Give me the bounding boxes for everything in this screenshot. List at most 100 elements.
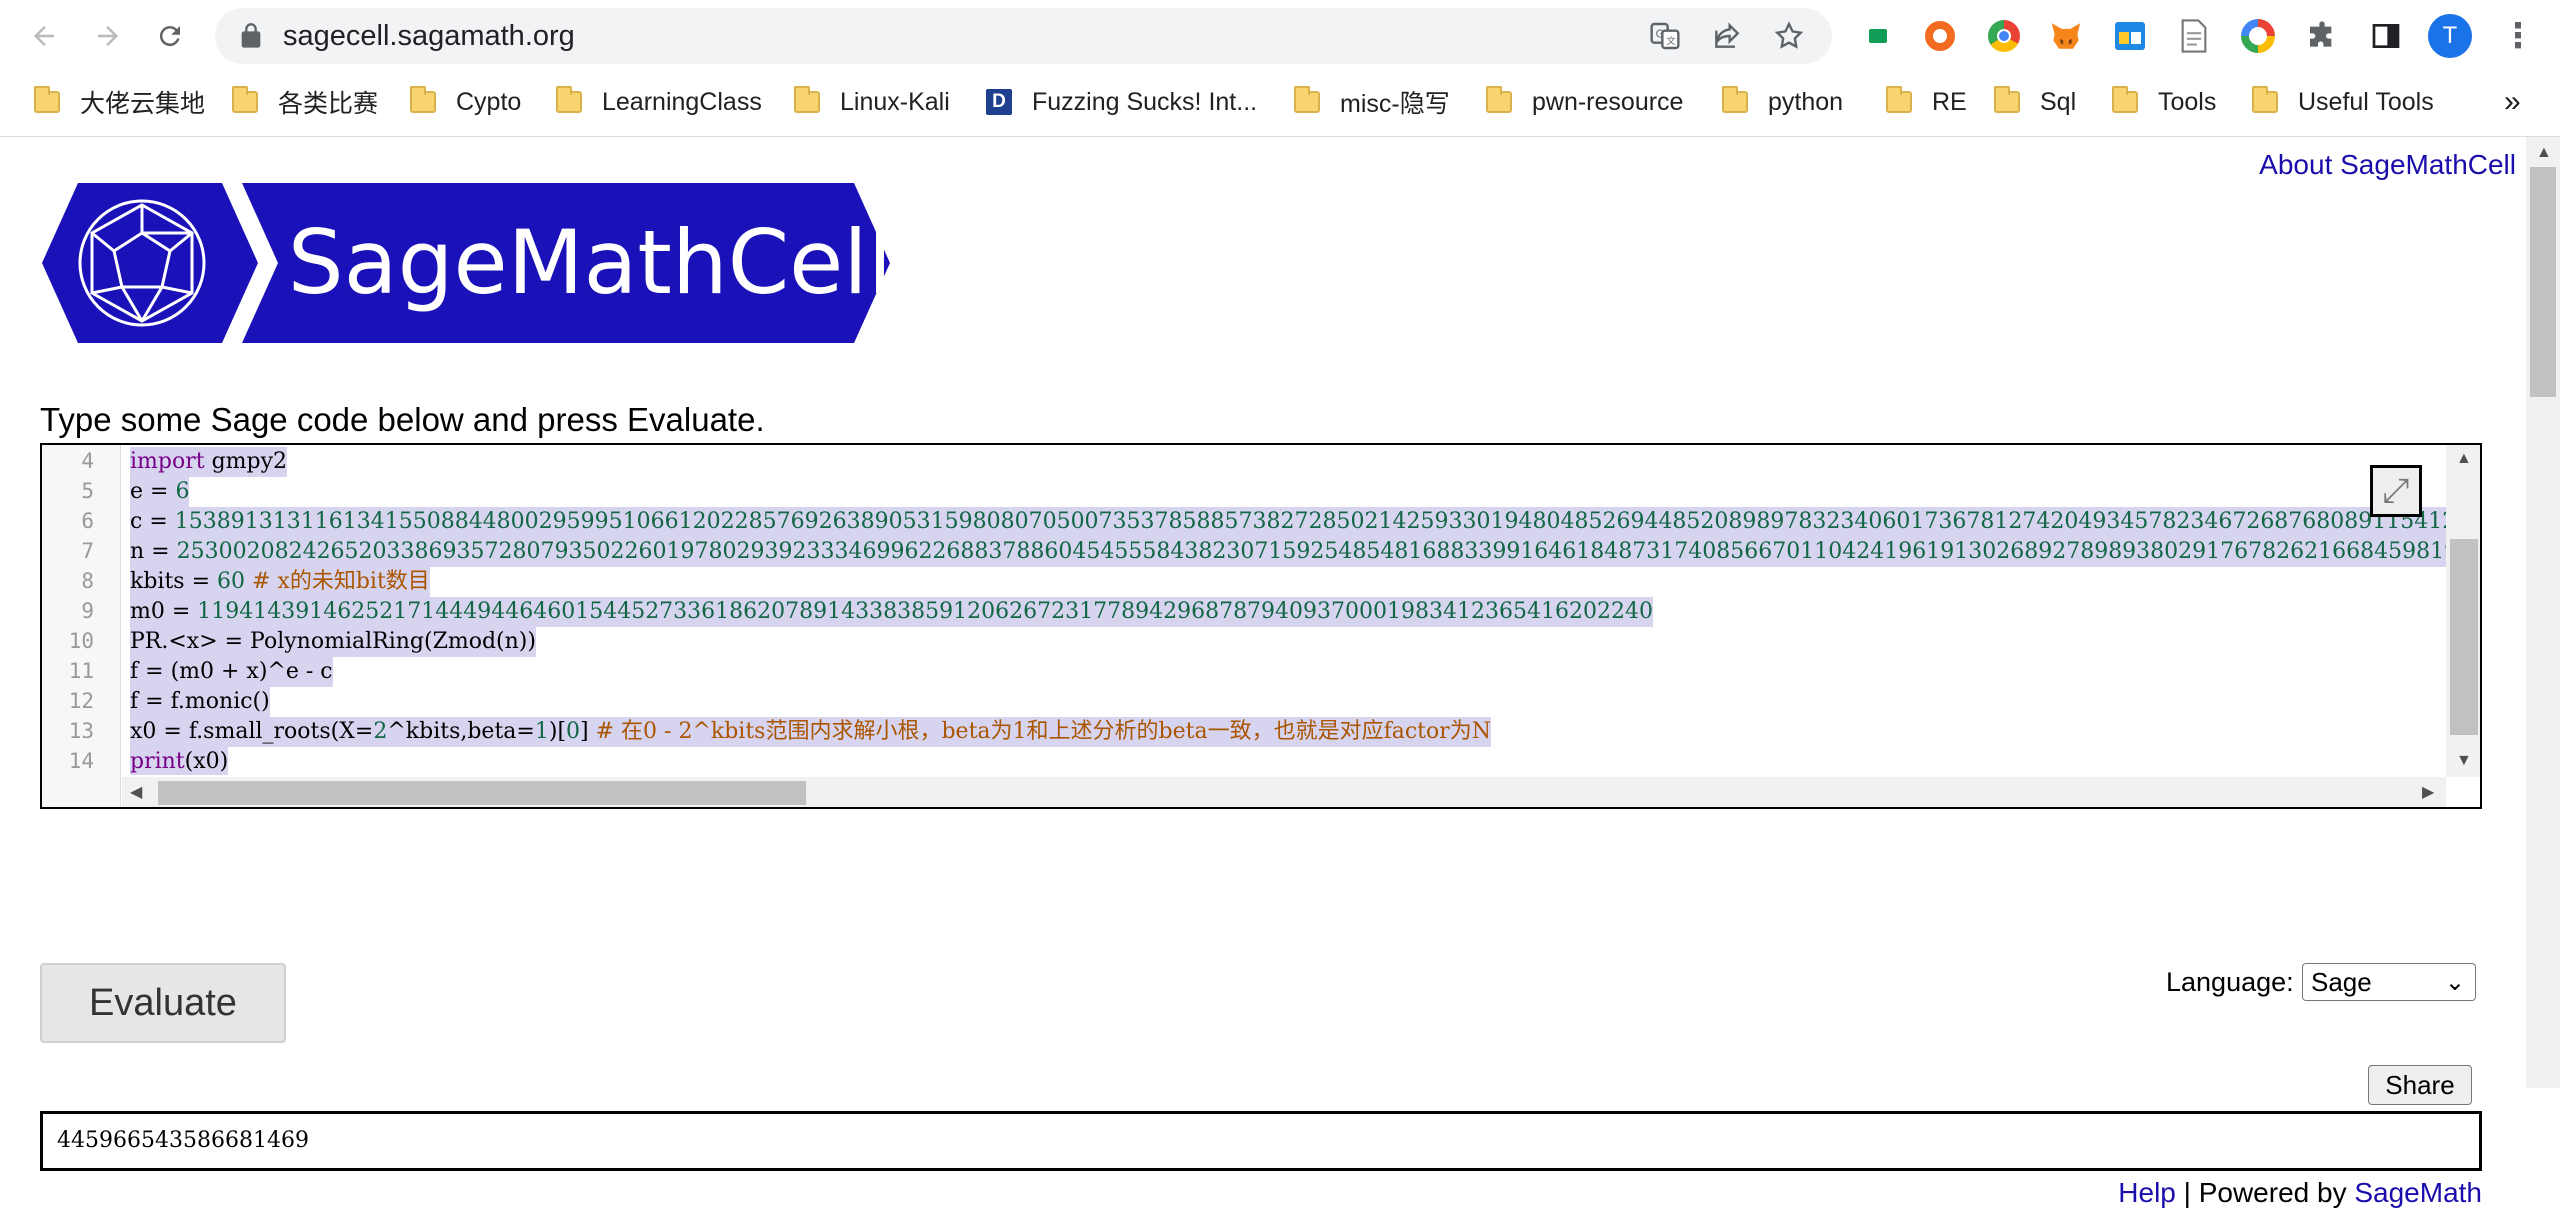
bookmark-item[interactable]: 各类比赛 <box>232 82 378 122</box>
folder-icon <box>2112 86 2138 113</box>
code-line[interactable]: n = 253002082426520338693572807935022601… <box>130 537 2446 567</box>
code-editor[interactable]: 4 5 6 7 8 9 10 11 12 13 14 import gmpy2 e = 6c = 15… <box>40 443 2482 809</box>
help-link[interactable]: Help <box>2118 1177 2176 1208</box>
bookmark-item[interactable]: LearningClass <box>556 82 762 122</box>
page-vertical-scrollbar[interactable]: ▲ <box>2526 137 2560 1088</box>
forward-button[interactable] <box>84 12 132 60</box>
code-line[interactable]: x0 = f.small_roots(X=2^kbits,beta=1)[0] … <box>130 717 1492 747</box>
code-token: m0 = <box>130 599 198 624</box>
code-token: print <box>130 749 185 774</box>
scroll-right-arrow-icon[interactable]: ▶ <box>2422 785 2434 801</box>
editor-vertical-scroll-thumb[interactable] <box>2450 539 2478 735</box>
extension-chrome-icon[interactable] <box>1984 16 2024 56</box>
extension-lifering-icon[interactable] <box>1920 16 1960 56</box>
extension-ring-icon[interactable] <box>2238 16 2278 56</box>
bookmark-item[interactable]: python <box>1722 82 1843 122</box>
bookmark-star-icon[interactable] <box>1773 20 1805 52</box>
editor-vertical-scrollbar[interactable]: ▲ ▼ <box>2446 445 2480 777</box>
language-selected-value: Sage <box>2311 966 2372 997</box>
side-panel-icon[interactable] <box>2366 16 2406 56</box>
code-line[interactable]: PR.<x> = PolynomialRing(Zmod(n)) <box>130 627 536 657</box>
folder-icon <box>232 86 258 113</box>
profile-avatar[interactable]: T <box>2428 14 2472 58</box>
extension-document-icon[interactable] <box>2174 16 2214 56</box>
extension-green-icon[interactable] <box>1858 16 1898 56</box>
bookmark-item[interactable]: Cypto <box>410 82 521 122</box>
code-line[interactable]: kbits = 60 # x的未知bit数目 <box>130 567 430 597</box>
line-number: 5 <box>81 479 94 503</box>
extensions-puzzle-icon[interactable] <box>2302 16 2342 56</box>
fullscreen-toggle-button[interactable]: ⤢ <box>2370 465 2422 517</box>
svg-text:G: G <box>1656 27 1664 40</box>
code-line[interactable]: c = 153891313116134155088448002959951066… <box>130 507 2446 537</box>
browser-chrome: sagecell.sagamath.org G文 T ⋮ 大佬云集地 各类比赛 … <box>0 0 2560 137</box>
evaluate-button[interactable]: Evaluate <box>40 963 286 1043</box>
code-line[interactable]: import gmpy2 <box>130 447 288 477</box>
scroll-down-arrow-icon[interactable]: ▼ <box>2456 753 2472 769</box>
editor-horizontal-scrollbar[interactable]: ◀ ▶ <box>122 777 2446 807</box>
line-number: 9 <box>81 599 94 623</box>
line-number: 11 <box>68 659 94 683</box>
line-number: 14 <box>68 749 94 773</box>
sagemathcell-logo[interactable]: SageMathCell <box>42 183 890 343</box>
code-token: x0 = f.small_roots(X= <box>130 719 374 744</box>
reload-button[interactable] <box>146 12 194 60</box>
bookmark-item[interactable]: misc-隐写 <box>1294 82 1450 122</box>
line-number: 7 <box>81 539 94 563</box>
expand-icon: ⤢ <box>2382 471 2410 510</box>
code-token: e = <box>130 479 176 504</box>
extension-window-icon[interactable] <box>2110 16 2150 56</box>
bookmark-item[interactable]: pwn-resource <box>1486 82 1683 122</box>
sagemath-link[interactable]: SageMath <box>2354 1177 2482 1208</box>
site-d-icon: D <box>986 89 1012 115</box>
code-token: 2 <box>373 719 388 744</box>
back-button[interactable] <box>20 12 68 60</box>
code-token: 1 <box>534 719 549 744</box>
scroll-up-arrow-icon[interactable]: ▲ <box>2456 451 2472 467</box>
code-token: gmpy2 <box>204 449 288 474</box>
chevron-down-icon: ⌄ <box>2444 969 2465 996</box>
folder-icon <box>1486 86 1512 113</box>
bookmark-item[interactable]: Tools <box>2112 82 2216 122</box>
about-link[interactable]: About SageMathCell <box>2259 149 2516 181</box>
bookmark-item[interactable]: RE <box>1886 82 1967 122</box>
folder-icon <box>2252 86 2278 113</box>
folder-icon <box>410 86 436 113</box>
bookmark-item[interactable]: Sql <box>1994 82 2076 122</box>
language-select[interactable]: Sage ⌄ <box>2302 963 2476 1001</box>
extension-fox-icon[interactable] <box>2046 16 2086 56</box>
language-label: Language: <box>2166 967 2294 997</box>
menu-kebab-icon[interactable]: ⋮ <box>2498 16 2538 56</box>
translate-icon[interactable]: G文 <box>1649 20 1681 52</box>
code-token: 0 <box>566 719 581 744</box>
page-scroll-up-arrow-icon[interactable]: ▲ <box>2536 145 2552 161</box>
page-vertical-scroll-thumb[interactable] <box>2530 167 2556 397</box>
share-button[interactable]: Share <box>2368 1065 2472 1105</box>
address-bar[interactable]: sagecell.sagamath.org G文 <box>215 8 1832 64</box>
sagecell-page: About SageMathCell SageMathCell Type som… <box>0 137 2526 1208</box>
bookmark-item[interactable]: 大佬云集地 <box>34 82 205 122</box>
bookmark-item[interactable]: Linux-Kali <box>794 82 950 122</box>
bookmark-item[interactable]: Useful Tools <box>2252 82 2434 122</box>
sidepanel-icon <box>2372 24 2400 48</box>
line-number: 12 <box>68 689 94 713</box>
scroll-left-arrow-icon[interactable]: ◀ <box>130 785 142 801</box>
code-token: PR.<x> = PolynomialRing(Zmod(n)) <box>130 629 536 654</box>
code-line[interactable]: m0 = 11941439146252171444944646015445273… <box>130 597 1653 627</box>
code-area[interactable]: import gmpy2 e = 6c = 1538913131161341550… <box>122 445 2446 775</box>
editor-horizontal-scroll-thumb[interactable] <box>158 781 806 805</box>
bookmarks-overflow-button[interactable]: » <box>2504 82 2521 122</box>
code-line[interactable]: e = 6 <box>130 477 190 507</box>
share-page-icon[interactable] <box>1711 20 1743 52</box>
line-number: 13 <box>68 719 94 743</box>
bookmark-item[interactable]: D Fuzzing Sucks! Int... <box>986 82 1257 122</box>
logo-text: SageMathCell <box>288 211 890 314</box>
code-token: # 在0 - 2^kbits范围内求解小根，beta为1和上述分析的beta一致… <box>588 719 1492 744</box>
code-token: 1194143914625217144494464601544527336186… <box>197 599 1653 624</box>
line-number: 6 <box>81 509 94 533</box>
code-line[interactable]: print(x0) <box>130 747 229 775</box>
code-line[interactable]: f = (m0 + x)^e - c <box>130 657 333 687</box>
code-token: n = <box>130 539 177 564</box>
code-line[interactable]: f = f.monic() <box>130 687 270 717</box>
bookmarks-bar: 大佬云集地 各类比赛 Cypto LearningClass Linux-Kal… <box>0 78 2560 126</box>
